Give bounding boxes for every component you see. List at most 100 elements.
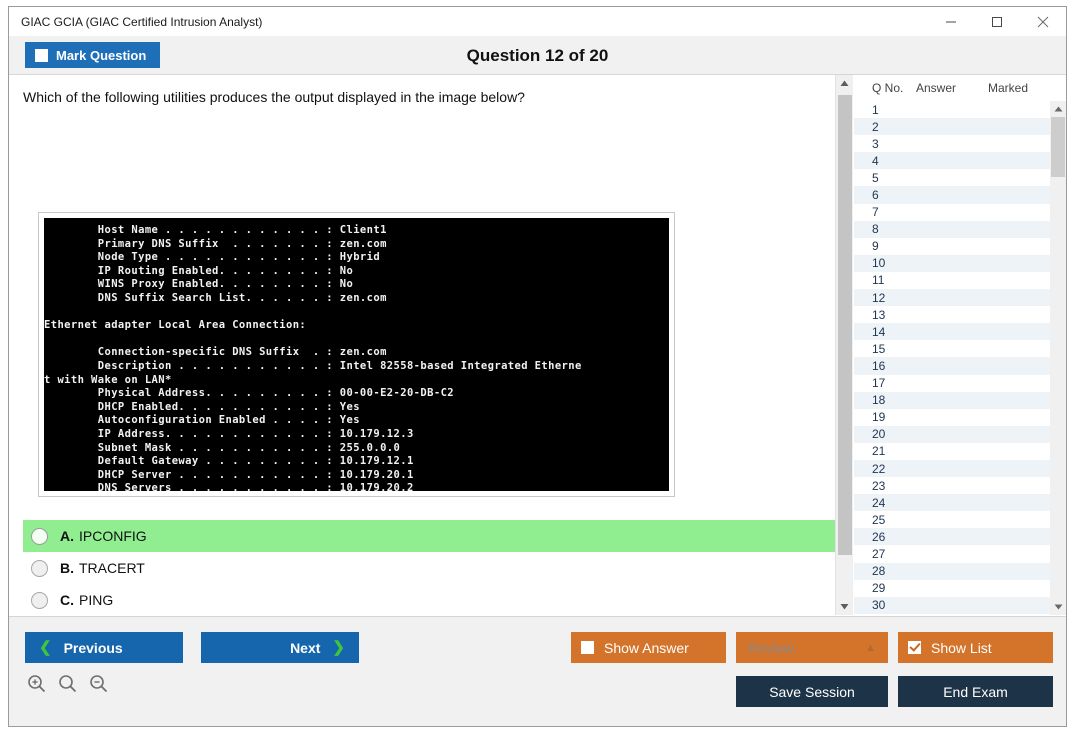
zoom-in-icon[interactable] <box>27 674 46 693</box>
question-list-row[interactable]: 15 <box>854 340 1050 357</box>
question-list-row[interactable]: 12 <box>854 289 1050 306</box>
question-list-row[interactable]: 30 <box>854 597 1050 614</box>
title-bar: GIAC GCIA (GIAC Certified Intrusion Anal… <box>8 6 1067 36</box>
row-qno: 26 <box>854 530 916 544</box>
question-list-row[interactable]: 11 <box>854 272 1050 289</box>
row-qno: 22 <box>854 462 916 476</box>
mark-question-label: Mark Question <box>56 48 146 63</box>
row-qno: 1 <box>854 103 916 117</box>
question-list-row[interactable]: 29 <box>854 580 1050 597</box>
question-list-row[interactable]: 21 <box>854 443 1050 460</box>
previous-label: Previous <box>64 640 123 656</box>
answer-option-a[interactable]: A.IPCONFIG <box>23 520 835 552</box>
question-list-row[interactable]: 20 <box>854 426 1050 443</box>
question-prompt: Which of the following utilities produce… <box>23 89 525 105</box>
list-scroll-down-icon[interactable] <box>1050 599 1066 615</box>
question-list-row[interactable]: 19 <box>854 409 1050 426</box>
question-header-bar: Question 12 of 20 Mark Question <box>9 36 1066 75</box>
end-exam-button[interactable]: End Exam <box>898 676 1053 707</box>
chevron-left-icon: ❮ <box>39 640 52 655</box>
terminal-screen: Host Name . . . . . . . . . . . . : Clie… <box>42 216 671 493</box>
option-letter: B. <box>60 560 74 576</box>
question-list-row[interactable]: 4 <box>854 152 1050 169</box>
scroll-down-icon[interactable] <box>836 598 853 615</box>
option-radio[interactable] <box>31 592 48 609</box>
review-label: Review <box>748 640 794 656</box>
terminal-text: Host Name . . . . . . . . . . . . : Clie… <box>44 218 669 493</box>
question-list-row[interactable]: 8 <box>854 221 1050 238</box>
question-list-row[interactable]: 14 <box>854 323 1050 340</box>
answer-option-c[interactable]: C. PING <box>23 584 835 615</box>
question-list-row[interactable]: 23 <box>854 477 1050 494</box>
window-title: GIAC GCIA (GIAC Certified Intrusion Anal… <box>9 15 928 29</box>
maximize-icon[interactable] <box>974 7 1020 36</box>
exam-application-window: GIAC GCIA (GIAC Certified Intrusion Anal… <box>0 0 1075 735</box>
close-icon[interactable] <box>1020 7 1066 36</box>
question-list-row[interactable]: 6 <box>854 186 1050 203</box>
question-list-row[interactable]: 1 <box>854 101 1050 118</box>
question-list-row[interactable]: 9 <box>854 238 1050 255</box>
previous-button[interactable]: ❮ Previous <box>25 632 183 663</box>
question-list-scrollbar[interactable] <box>1050 101 1066 615</box>
row-qno: 15 <box>854 342 916 356</box>
mark-question-checkbox[interactable] <box>35 49 48 62</box>
option-text: PING <box>79 592 113 608</box>
question-list-row[interactable]: 28 <box>854 563 1050 580</box>
answer-option-b[interactable]: B.TRACERT <box>23 552 835 584</box>
question-list-row[interactable]: 25 <box>854 511 1050 528</box>
scroll-up-icon[interactable] <box>836 75 853 92</box>
option-letter: C. <box>60 592 74 608</box>
end-exam-label: End Exam <box>943 684 1008 700</box>
zoom-controls <box>27 674 108 693</box>
next-button[interactable]: Next ❯ <box>201 632 359 663</box>
show-answer-button[interactable]: Show Answer <box>571 632 726 663</box>
question-list-row[interactable]: 2 <box>854 118 1050 135</box>
zoom-out-icon[interactable] <box>89 674 108 693</box>
question-list-panel: Q No. Answer Marked 12345678910111213141… <box>854 75 1066 615</box>
question-list-row[interactable]: 17 <box>854 375 1050 392</box>
question-list-row[interactable]: 3 <box>854 135 1050 152</box>
list-scroll-up-icon[interactable] <box>1050 101 1066 117</box>
row-qno: 13 <box>854 308 916 322</box>
question-scroll-thumb[interactable] <box>838 95 852 555</box>
window-controls <box>928 7 1066 36</box>
row-qno: 24 <box>854 496 916 510</box>
question-list-row[interactable]: 10 <box>854 255 1050 272</box>
review-dropdown-button[interactable]: Review ▲ <box>736 632 888 663</box>
row-qno: 21 <box>854 444 916 458</box>
show-answer-checkbox[interactable] <box>581 641 594 654</box>
question-list-row[interactable]: 13 <box>854 306 1050 323</box>
row-qno: 2 <box>854 120 916 134</box>
show-list-button[interactable]: Show List <box>898 632 1053 663</box>
question-list-row[interactable]: 5 <box>854 169 1050 186</box>
minimize-icon[interactable] <box>928 7 974 36</box>
list-scroll-thumb[interactable] <box>1051 117 1065 177</box>
row-qno: 4 <box>854 154 916 168</box>
row-qno: 7 <box>854 205 916 219</box>
question-list-row[interactable]: 27 <box>854 545 1050 562</box>
show-answer-label: Show Answer <box>604 640 689 656</box>
save-session-button[interactable]: Save Session <box>736 676 888 707</box>
question-list-row[interactable]: 24 <box>854 494 1050 511</box>
show-list-checkbox[interactable] <box>908 641 921 654</box>
question-list-row[interactable]: 7 <box>854 204 1050 221</box>
row-qno: 14 <box>854 325 916 339</box>
question-list-row[interactable]: 26 <box>854 528 1050 545</box>
save-session-label: Save Session <box>769 684 855 700</box>
row-qno: 27 <box>854 547 916 561</box>
option-radio[interactable] <box>31 528 48 545</box>
column-header-marked: Marked <box>988 81 1050 95</box>
option-radio[interactable] <box>31 560 48 577</box>
row-qno: 6 <box>854 188 916 202</box>
question-pane-scrollbar[interactable] <box>835 75 853 615</box>
row-qno: 3 <box>854 137 916 151</box>
question-list-row[interactable]: 18 <box>854 392 1050 409</box>
mark-question-button[interactable]: Mark Question <box>25 42 160 68</box>
question-list-row[interactable]: 16 <box>854 357 1050 374</box>
application-frame: Question 12 of 20 Mark Question Which of… <box>8 36 1067 727</box>
option-text: IPCONFIG <box>79 528 147 544</box>
row-qno: 23 <box>854 479 916 493</box>
question-list-row[interactable]: 22 <box>854 460 1050 477</box>
zoom-reset-icon[interactable] <box>58 674 77 693</box>
question-list-body: 1234567891011121314151617181920212223242… <box>854 101 1050 615</box>
